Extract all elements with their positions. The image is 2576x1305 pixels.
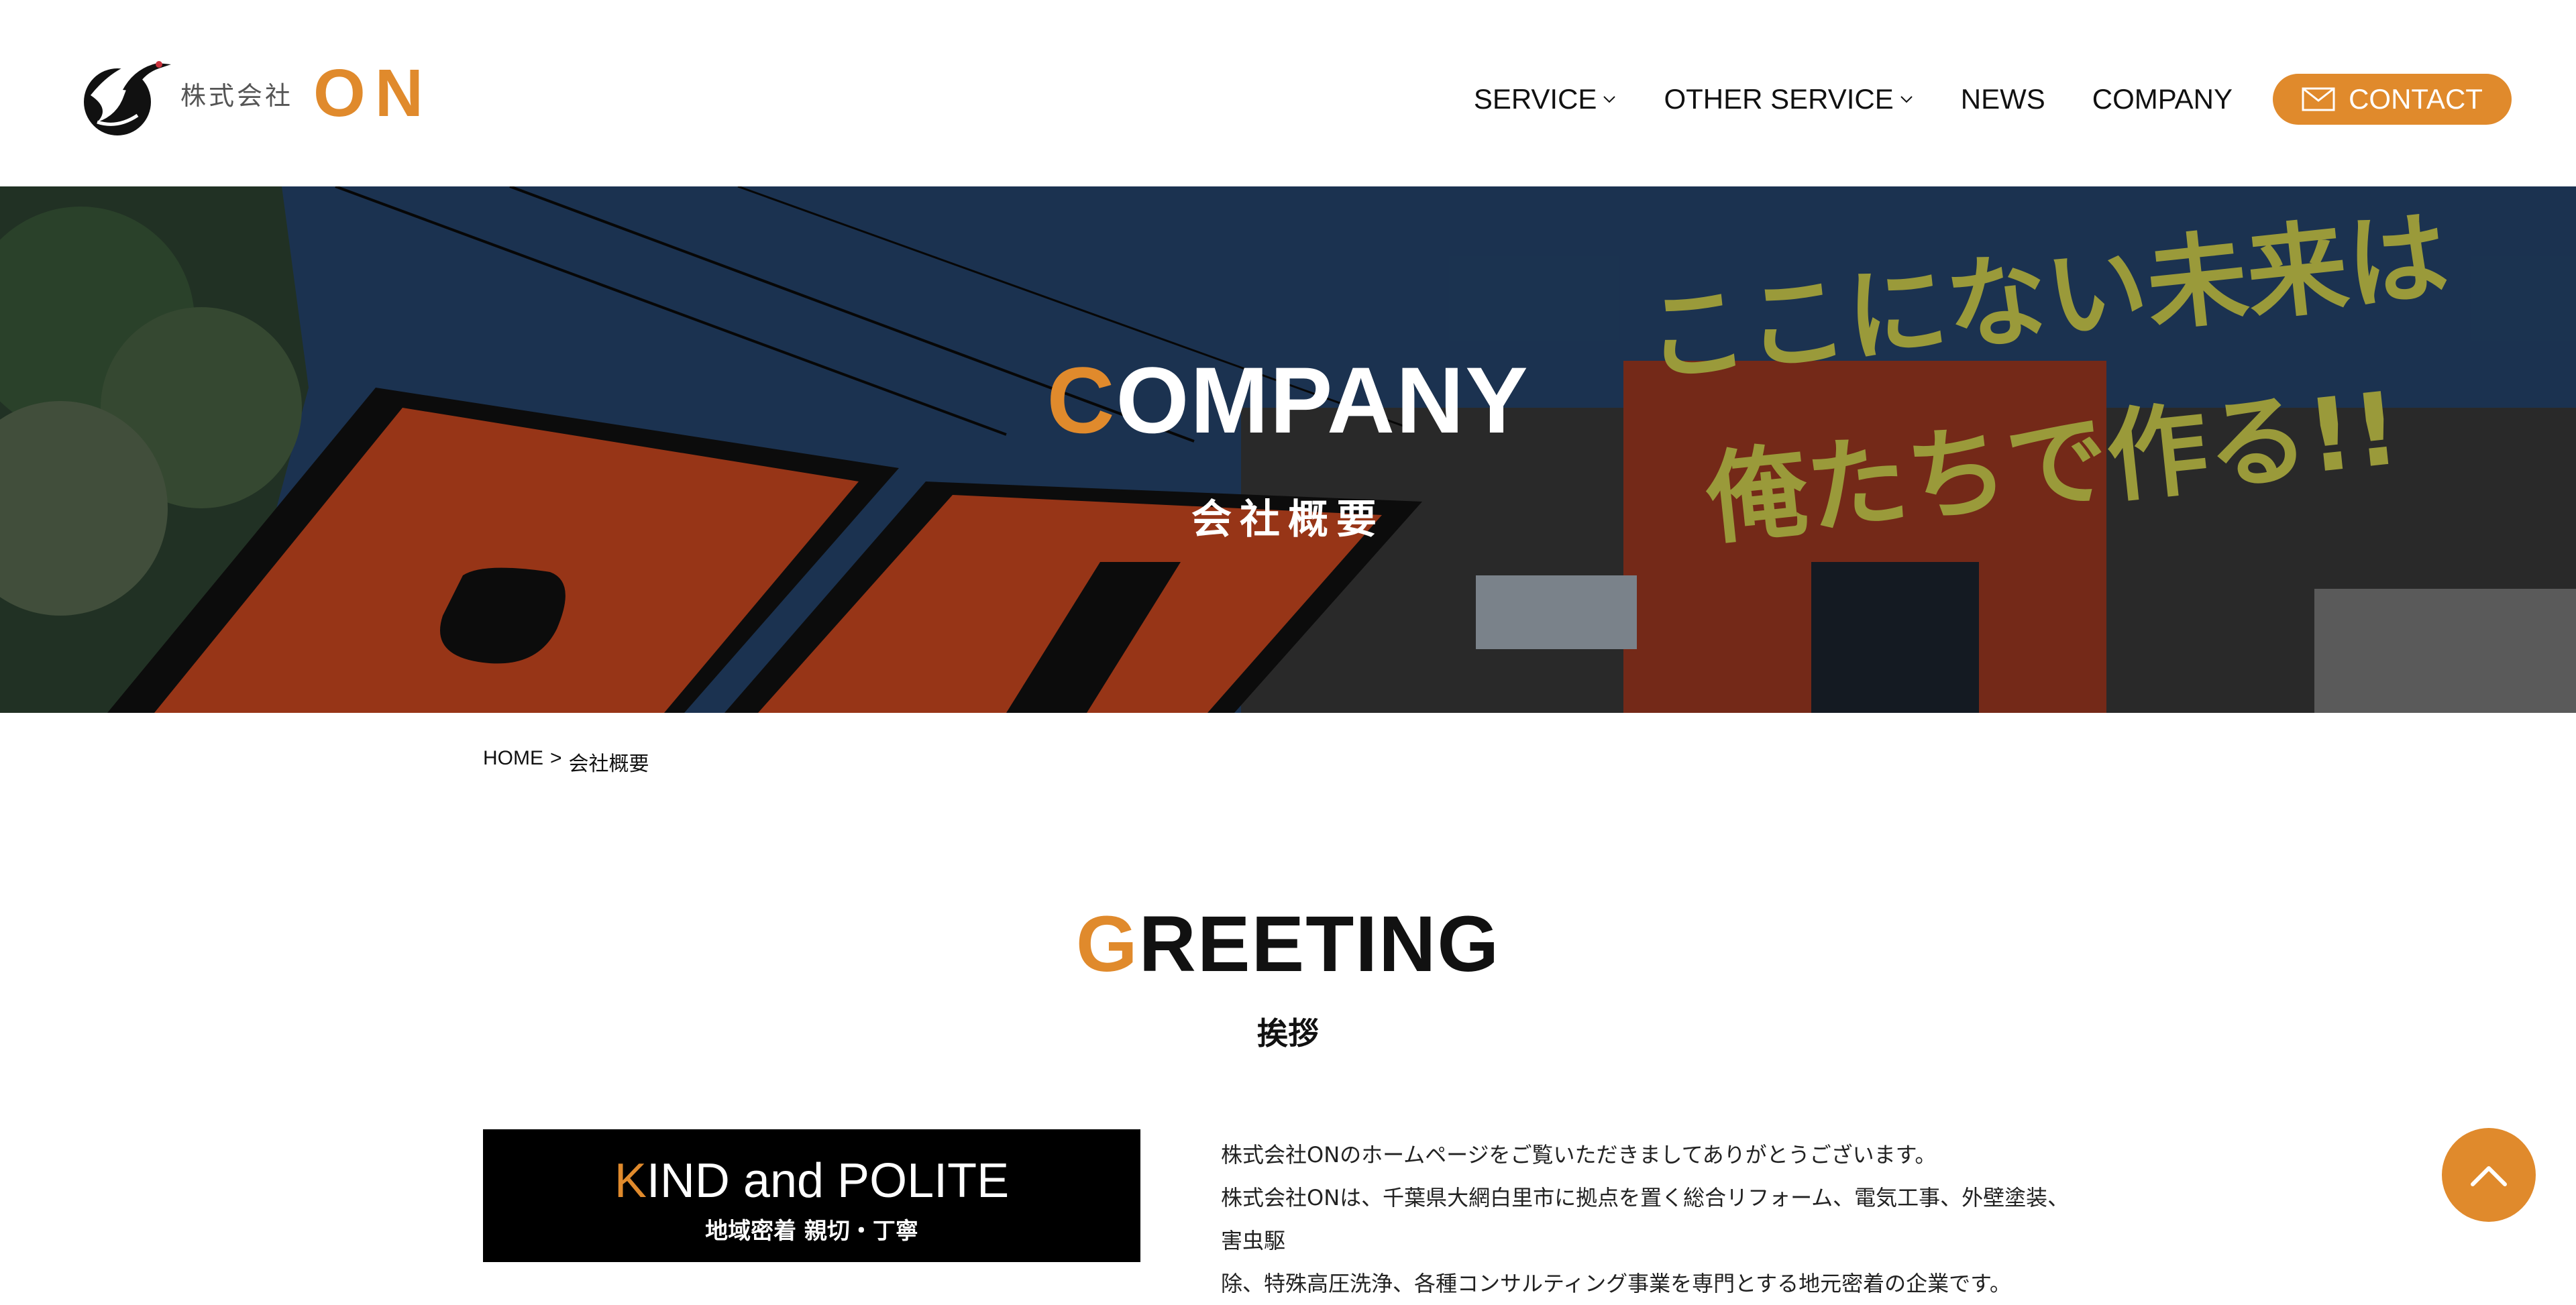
breadcrumb-current: 会社概要	[568, 753, 649, 775]
nav-item-other-service[interactable]: OTHER SERVICE	[1664, 83, 1913, 115]
greeting-title-accent: G	[1075, 900, 1139, 988]
hero-title-accent: C	[1046, 347, 1116, 453]
chevron-up-icon	[2471, 1166, 2507, 1186]
hero-subtitle: 会社概要	[1191, 496, 1385, 543]
crane-logo-icon	[84, 60, 171, 135]
breadcrumb-separator: >	[550, 747, 562, 769]
breadcrumb-home-link[interactable]: HOME	[483, 747, 543, 777]
kind-box-title-accent: K	[614, 1154, 647, 1208]
chevron-down-icon	[1900, 96, 1913, 103]
greeting-line: 株式会社ONは、千葉県大網白里市に拠点を置く総合リフォーム、電気工事、外壁塗装、…	[1221, 1185, 2070, 1253]
hero-title-rest: OMPANY	[1116, 347, 1529, 453]
greeting-title: GREETING	[0, 899, 2576, 990]
kind-box-title-rest: IND and POLITE	[646, 1154, 1010, 1208]
site-header: 株式会社 ON SERVICE OTHER SERVICE NEWS COMPA…	[0, 0, 2576, 186]
greeting-paragraph: 株式会社ONのホームページをご覧いただきましてありがとうございます。 株式会社O…	[1221, 1133, 2086, 1305]
chevron-down-icon	[1603, 96, 1616, 103]
contact-button-label: CONTACT	[2349, 83, 2483, 115]
greeting-line: 株式会社ONのホームページをご覧いただきましてありがとうございます。	[1221, 1142, 1937, 1168]
kind-and-polite-box: KIND and POLITE 地域密着 親切・丁寧	[483, 1129, 1140, 1262]
mail-icon	[2302, 87, 2335, 111]
hero-title: COMPANY	[0, 346, 2576, 455]
kind-box-subtitle: 地域密着 親切・丁寧	[705, 1218, 918, 1245]
logo-brand: ON	[313, 55, 433, 131]
contact-button[interactable]: CONTACT	[2273, 74, 2512, 125]
nav-item-label: OTHER SERVICE	[1664, 83, 1894, 115]
site-logo[interactable]: 株式会社 ON	[70, 48, 433, 138]
nav-item-news[interactable]: NEWS	[1961, 83, 2045, 115]
hero-banner: ここにない未来は 俺たちで作る!! COMPANY 会社概要	[0, 186, 2576, 713]
kind-box-title: KIND and POLITE	[483, 1153, 1140, 1208]
back-to-top-button[interactable]	[2442, 1128, 2536, 1222]
greeting-line: 除、特殊高圧洗浄、各種コンサルティング事業を専門とする地元密着の企業です。	[1221, 1271, 2011, 1296]
greeting-subtitle: 挨拶	[1257, 1015, 1319, 1052]
greeting-title-rest: REETING	[1138, 900, 1501, 988]
nav-item-service[interactable]: SERVICE	[1474, 83, 1617, 115]
nav-item-company[interactable]: COMPANY	[2092, 83, 2233, 115]
nav-item-label: SERVICE	[1473, 83, 1597, 115]
main-nav: SERVICE OTHER SERVICE NEWS COMPANY CONTA…	[1427, 72, 2512, 126]
logo-company-prefix: 株式会社	[180, 80, 294, 111]
breadcrumb: HOME > 会社概要	[483, 747, 656, 777]
nav-item-label: COMPANY	[2092, 83, 2233, 115]
nav-item-label: NEWS	[1960, 83, 2045, 115]
